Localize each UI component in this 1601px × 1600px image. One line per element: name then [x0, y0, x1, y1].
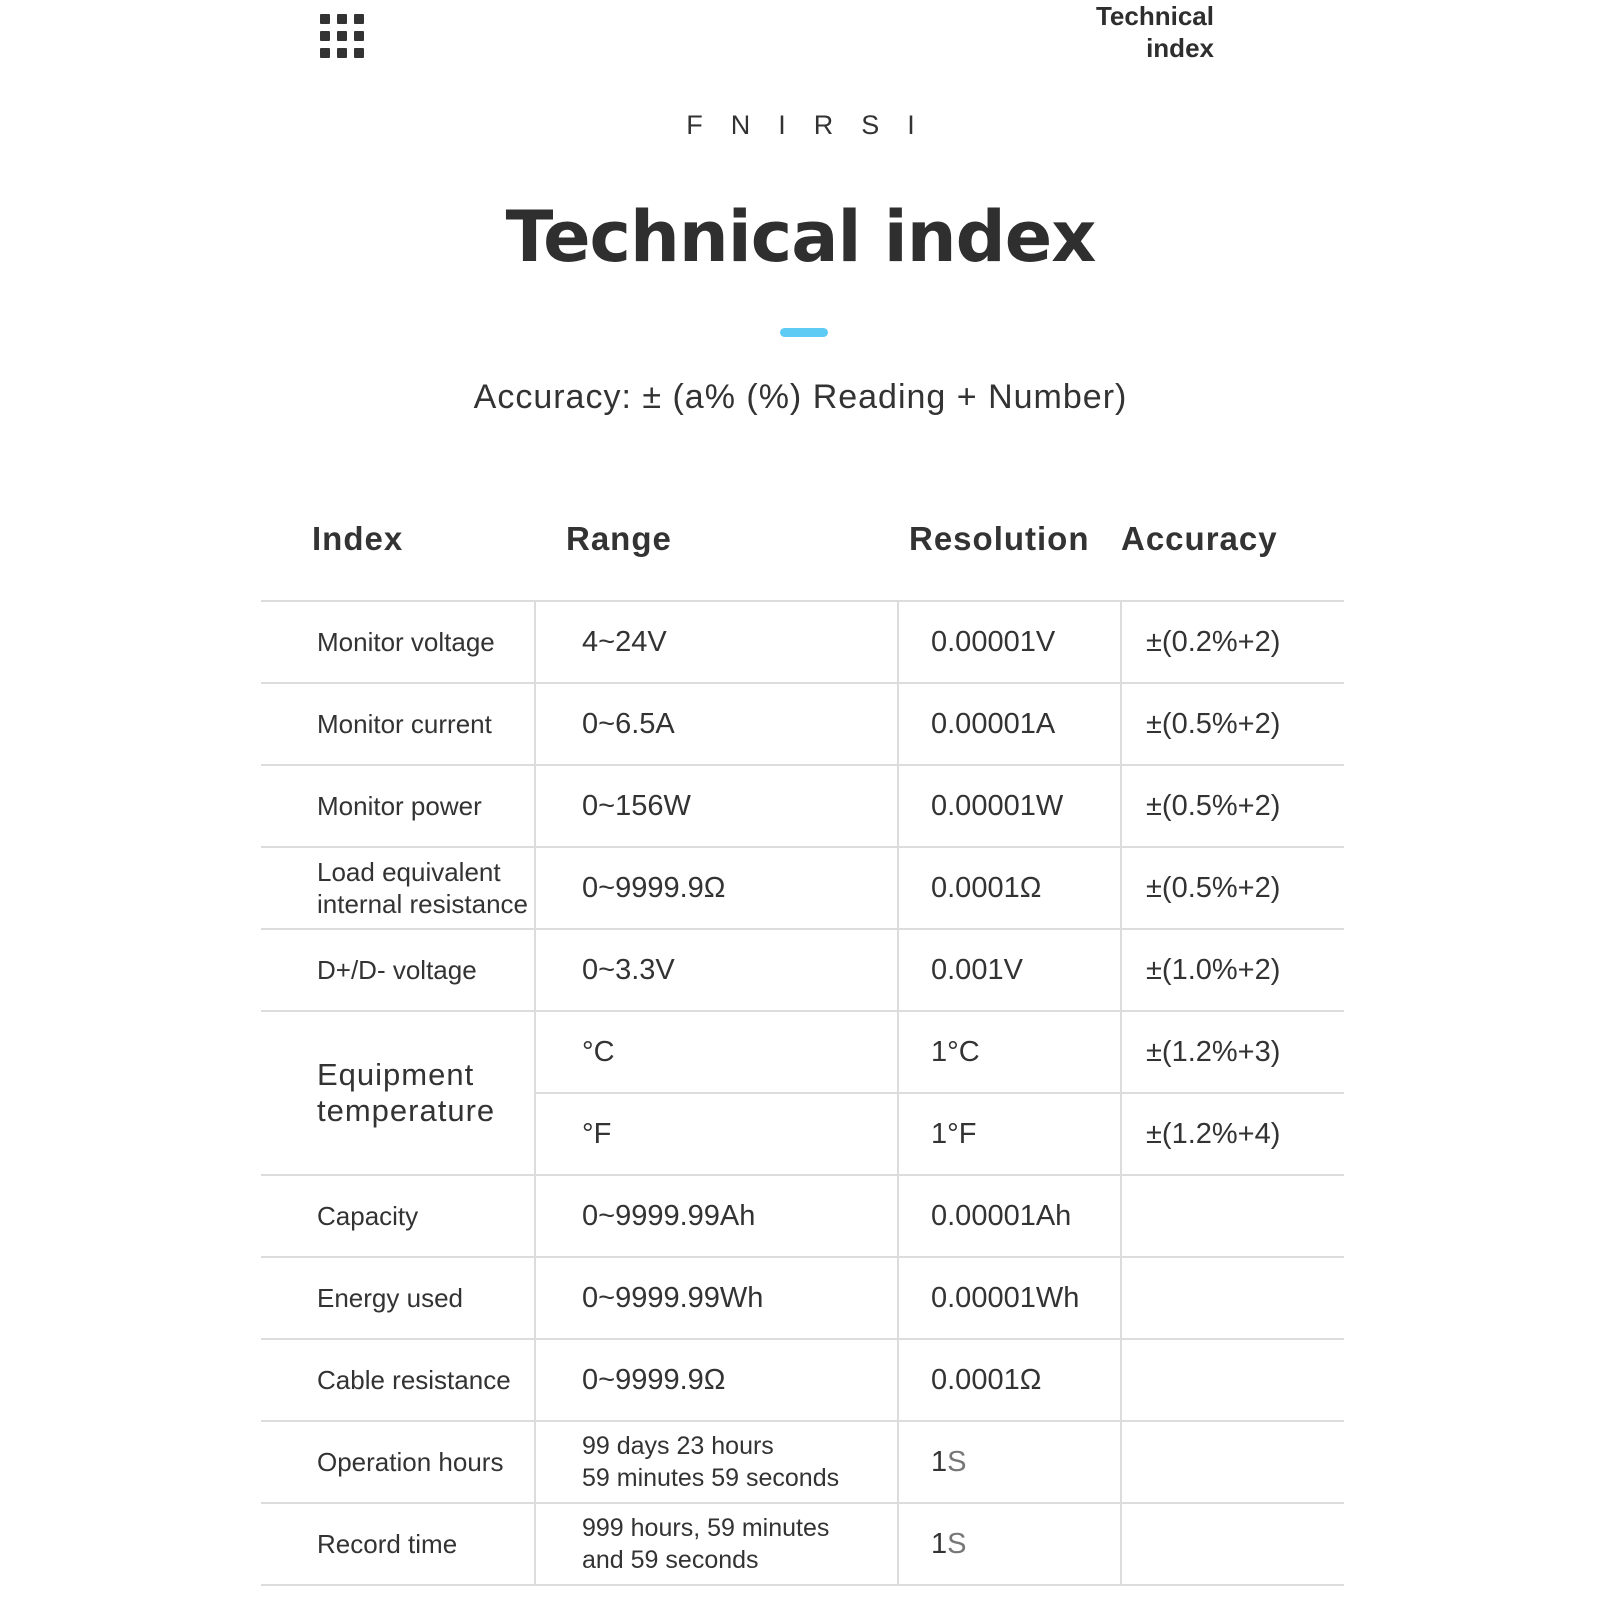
accuracy-cell: ±(0.5%+2)	[1120, 682, 1344, 766]
range-cell: 0~9999.9Ω	[534, 846, 898, 930]
index-line: temperature	[317, 1093, 496, 1128]
index-cell: Equipment temperature	[261, 1010, 535, 1176]
corner-title: Technical index	[1096, 0, 1214, 64]
spec-table: Monitor voltage 4~24V 0.00001V ±(0.2%+2)…	[261, 600, 1344, 1586]
range-cell: °F	[534, 1092, 898, 1176]
range-line: and 59 seconds	[582, 1546, 759, 1574]
index-cell: Cable resistance	[261, 1338, 535, 1422]
accuracy-note: Accuracy: ± (a% (%) Reading + Number)	[473, 378, 1128, 416]
index-cell: Monitor voltage	[261, 600, 535, 684]
header-range: Range	[566, 520, 672, 557]
accuracy-cell	[1120, 1338, 1344, 1422]
resolution-cell: 0.0001Ω	[897, 846, 1121, 930]
index-cell: Monitor power	[261, 764, 535, 848]
table-header: Index Range Resolution Accuracy	[0, 520, 1601, 580]
table-row: Equipment temperature °C 1°C ±(1.2%+3)	[261, 1010, 1344, 1176]
accuracy-cell	[1120, 1502, 1344, 1586]
resolution-cell: 1°F	[897, 1092, 1121, 1176]
resolution-unit: S	[947, 1527, 967, 1560]
range-line: 99 days 23 hours	[582, 1432, 774, 1460]
range-line: 999 hours, 59 minutes	[582, 1514, 830, 1542]
corner-title-line2: index	[1146, 33, 1214, 63]
resolution-cell: 1S	[897, 1502, 1121, 1586]
accuracy-cell: ±(1.0%+2)	[1120, 928, 1344, 1012]
grid-dot	[320, 48, 330, 58]
range-cell: 999 hours, 59 minutes and 59 seconds	[534, 1502, 898, 1586]
grid-dot	[320, 31, 330, 41]
index-cell: Energy used	[261, 1256, 535, 1340]
range-cell: 0~6.5A	[534, 682, 898, 766]
index-cell: Capacity	[261, 1174, 535, 1258]
header-index: Index	[312, 520, 404, 557]
range-cell: 0~9999.9Ω	[534, 1338, 898, 1422]
index-cell: Record time	[261, 1502, 535, 1586]
resolution-cell: 1°C	[897, 1010, 1121, 1094]
accuracy-cell	[1120, 1174, 1344, 1258]
table-row: Capacity 0~9999.99Ah 0.00001Ah	[261, 1174, 1344, 1258]
resolution-cell: 0.00001Ah	[897, 1174, 1121, 1258]
range-cell: 0~156W	[534, 764, 898, 848]
brand-name: FNIRSI	[686, 110, 943, 140]
grid-dot	[337, 48, 347, 58]
index-cell: Load equivalent internal resistance	[261, 846, 535, 930]
header-resolution: Resolution	[909, 520, 1090, 557]
range-cell: 99 days 23 hours 59 minutes 59 seconds	[534, 1420, 898, 1504]
range-cell: 0~3.3V	[534, 928, 898, 1012]
resolution-cell: 0.00001A	[897, 682, 1121, 766]
grid-dot	[337, 14, 347, 24]
accuracy-cell: ±(0.5%+2)	[1120, 764, 1344, 848]
accuracy-cell	[1120, 1420, 1344, 1504]
grid-dot	[320, 14, 330, 24]
range-line: 59 minutes 59 seconds	[582, 1464, 840, 1492]
index-cell: Monitor current	[261, 682, 535, 766]
range-cell: °C	[534, 1010, 898, 1094]
resolution-cell: 0.00001V	[897, 600, 1121, 684]
resolution-cell: 0.0001Ω	[897, 1338, 1121, 1422]
index-cell: Operation hours	[261, 1420, 535, 1504]
table-row: Monitor voltage 4~24V 0.00001V ±(0.2%+2)	[261, 600, 1344, 684]
table-row: Operation hours 99 days 23 hours 59 minu…	[261, 1420, 1344, 1504]
accent-divider	[780, 328, 828, 337]
range-cell: 0~9999.99Ah	[534, 1174, 898, 1258]
resolution-value: 1	[931, 1445, 948, 1478]
resolution-cell: 0.001V	[897, 928, 1121, 1012]
resolution-unit: S	[947, 1445, 967, 1478]
table-row: Load equivalent internal resistance 0~99…	[261, 846, 1344, 930]
table-row: D+/D- voltage 0~3.3V 0.001V ±(1.0%+2)	[261, 928, 1344, 1012]
index-cell: D+/D- voltage	[261, 928, 535, 1012]
table-row: Monitor current 0~6.5A 0.00001A ±(0.5%+2…	[261, 682, 1344, 766]
corner-title-line1: Technical	[1095, 1, 1214, 31]
range-cell: 0~9999.99Wh	[534, 1256, 898, 1340]
header-accuracy: Accuracy	[1121, 520, 1278, 557]
accuracy-cell: ±(0.2%+2)	[1120, 600, 1344, 684]
resolution-cell: 1S	[897, 1420, 1121, 1504]
table-row: Monitor power 0~156W 0.00001W ±(0.5%+2)	[261, 764, 1344, 848]
resolution-value: 1	[931, 1527, 948, 1560]
range-cell: 4~24V	[534, 600, 898, 684]
page-title: Technical index	[505, 196, 1097, 278]
grid-menu-icon[interactable]	[320, 14, 364, 58]
resolution-cell: 0.00001Wh	[897, 1256, 1121, 1340]
grid-dot	[354, 48, 364, 58]
grid-dot	[354, 31, 364, 41]
grid-dot	[354, 14, 364, 24]
resolution-cell: 0.00001W	[897, 764, 1121, 848]
grid-dot	[337, 31, 347, 41]
accuracy-cell: ±(1.2%+4)	[1120, 1092, 1344, 1176]
index-line: internal resistance	[317, 889, 528, 919]
table-row: Record time 999 hours, 59 minutes and 59…	[261, 1502, 1344, 1586]
table-row: Energy used 0~9999.99Wh 0.00001Wh	[261, 1256, 1344, 1340]
index-line: Equipment	[317, 1057, 475, 1092]
accuracy-cell: ±(1.2%+3)	[1120, 1010, 1344, 1094]
accuracy-cell: ±(0.5%+2)	[1120, 846, 1344, 930]
table-row: Cable resistance 0~9999.9Ω 0.0001Ω	[261, 1338, 1344, 1422]
index-line: Load equivalent	[317, 857, 501, 887]
accuracy-cell	[1120, 1256, 1344, 1340]
